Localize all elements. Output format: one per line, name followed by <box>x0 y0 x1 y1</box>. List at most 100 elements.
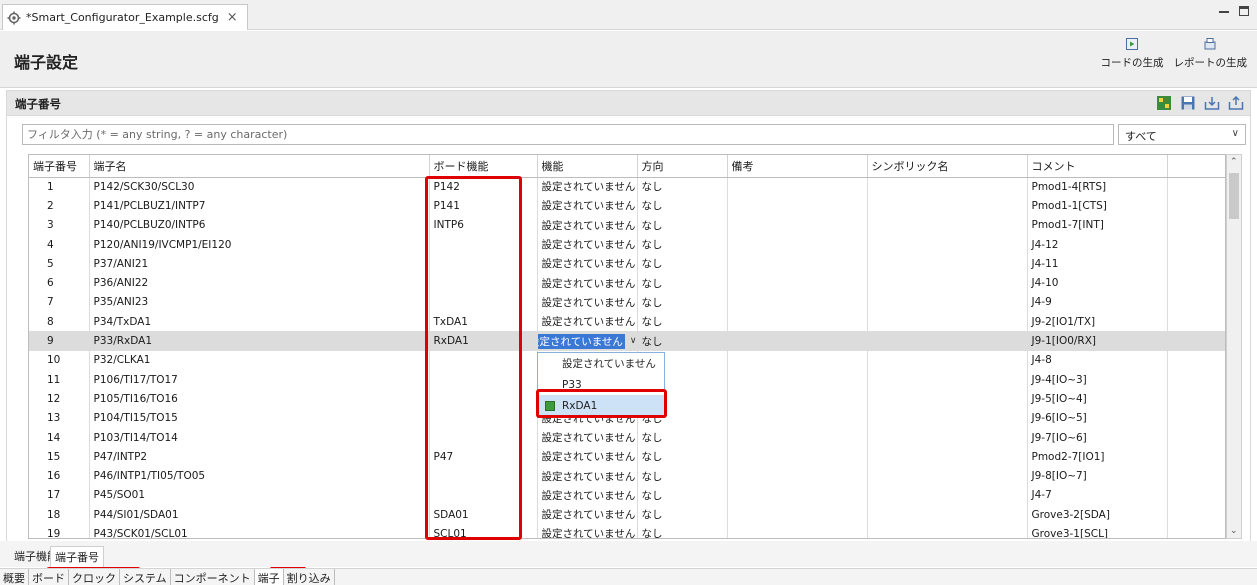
cell-function[interactable]: 設定されていません <box>537 427 638 448</box>
pin-table: 端子番号 端子名 ボード機能 機能 方向 備考 シンボリック名 コメント 1 P1… <box>28 154 1226 539</box>
cell-symbolic-name <box>867 485 1028 506</box>
editor-tab[interactable]: *Smart_Configurator_Example.scfg × <box>2 4 248 30</box>
function-dropdown-list[interactable]: 設定されていません P33 RxDA1 <box>537 352 665 418</box>
cell-pin-name: P32/CLKA1 <box>89 350 430 370</box>
col-header-pin-number[interactable]: 端子番号 <box>29 155 90 178</box>
cell-remarks <box>727 312 868 332</box>
table-row[interactable]: 5 P37/ANI21 設定されていません なし J4-11 <box>29 254 1225 274</box>
cell-board-function <box>429 408 538 428</box>
dropdown-option-p33[interactable]: P33 <box>538 374 664 395</box>
col-header-remarks[interactable]: 備考 <box>727 155 868 178</box>
minimize-icon[interactable] <box>1219 6 1229 13</box>
board-chip-icon <box>545 400 555 411</box>
col-header-function[interactable]: 機能 <box>537 155 638 178</box>
cell-comment: Pmod2-7[IO1] <box>1027 447 1168 467</box>
table-row[interactable]: 7 P35/ANI23 設定されていません なし J4-9 <box>29 292 1225 313</box>
cell-comment: Pmod1-1[CTS] <box>1027 196 1168 216</box>
table-row[interactable]: 1 P142/SCK30/SCL30 P142 設定されていません なし Pmod1-4[… <box>29 177 1225 197</box>
col-header-direction[interactable]: 方向 <box>637 155 728 178</box>
cell-pin-number: 8 <box>29 312 90 332</box>
cell-function[interactable]: 設定されていません <box>537 196 638 216</box>
cell-pin-name: P35/ANI23 <box>89 292 430 313</box>
maximize-icon[interactable] <box>1239 6 1249 16</box>
function-combo-value[interactable]: 設定されていません <box>537 333 625 349</box>
cell-remarks <box>727 350 868 370</box>
cell-function[interactable]: 設定されていません <box>537 254 638 274</box>
cell-function[interactable]: 設定されていません <box>537 485 638 506</box>
cell-function[interactable]: 設定されていません <box>537 447 638 467</box>
table-row[interactable]: 16 P46/INTP1/TI05/TO05 設定されていません なし J9-8[IO~… <box>29 466 1225 486</box>
cell-pin-number: 15 <box>29 447 90 467</box>
table-row[interactable]: 15 P47/INTP2 P47 設定されていません なし Pmod2-7[IO1] <box>29 447 1225 467</box>
table-row[interactable]: 14 P103/TI14/TO14 設定されていません なし J9-7[IO~6] <box>29 427 1225 448</box>
cell-function[interactable]: 設定されていません ∨ <box>537 331 638 351</box>
nav-tab-interrupt[interactable]: 割り込み <box>284 569 335 585</box>
save-icon[interactable] <box>1180 95 1196 111</box>
function-combo[interactable]: 設定されていません ∨ <box>537 332 636 351</box>
nav-tab-board[interactable]: ボード <box>29 569 69 585</box>
cell-function[interactable]: 設定されていません <box>537 312 638 332</box>
table-row[interactable]: 2 P141/PCLBUZ1/INTP7 P141 設定されていません なし Pmod1-… <box>29 196 1225 216</box>
export-icon[interactable] <box>1228 95 1244 111</box>
cell-direction: なし <box>637 447 728 467</box>
cell-symbolic-name <box>867 389 1028 409</box>
cell-spacer <box>1167 524 1225 538</box>
cell-direction: なし <box>637 524 728 538</box>
cell-board-function <box>429 292 538 313</box>
cell-function[interactable]: 設定されていません <box>537 177 638 197</box>
table-row[interactable]: 8 P34/TxDA1 TxDA1 設定されていません なし J9-2[IO1/TX] <box>29 312 1225 332</box>
close-icon[interactable]: × <box>227 10 238 25</box>
col-header-pin-name[interactable]: 端子名 <box>89 155 430 178</box>
cell-symbolic-name <box>867 408 1028 428</box>
nav-tab-clock[interactable]: クロック <box>69 569 120 585</box>
nav-tab-overview[interactable]: 概要 <box>0 569 29 585</box>
scroll-down-icon[interactable]: ⌄ <box>1230 526 1238 536</box>
nav-tab-pins[interactable]: 端子 <box>254 569 284 585</box>
table-row[interactable]: 18 P44/SI01/SDA01 SDA01 設定されていません なし Grove3-2… <box>29 505 1225 525</box>
table-row[interactable]: 4 P120/ANI19/IVCMP1/EI120 設定されていません なし J4-12 <box>29 234 1225 255</box>
cell-function[interactable]: 設定されていません <box>537 466 638 486</box>
table-row[interactable]: 6 P36/ANI22 設定されていません なし J4-10 <box>29 273 1225 293</box>
import-icon[interactable] <box>1204 95 1220 111</box>
table-row[interactable]: 9 P33/RxDA1 RxDA1 設定されていません ∨ なし J9-1[IO0/RX] <box>29 331 1225 351</box>
table-row[interactable]: 17 P45/SO01 設定されていません なし J4-7 <box>29 485 1225 506</box>
cell-symbolic-name <box>867 466 1028 486</box>
generate-report-button[interactable]: レポートの生成 <box>1174 37 1247 70</box>
filter-scope-select[interactable]: すべて ∨ <box>1118 124 1246 145</box>
cell-board-function <box>429 254 538 274</box>
page-title: 端子設定 <box>14 53 79 72</box>
nav-tab-system[interactable]: システム <box>120 569 171 585</box>
col-header-symbolic-name[interactable]: シンボリック名 <box>867 155 1028 178</box>
dropdown-option-rxda1[interactable]: RxDA1 <box>538 395 664 416</box>
table-row[interactable]: 19 P43/SCK01/SCL01 SCL01 設定されていません なし Grove3-… <box>29 524 1225 538</box>
cell-pin-name: P37/ANI21 <box>89 254 430 274</box>
vertical-scrollbar[interactable]: ⌃ ⌄ <box>1226 154 1242 539</box>
cell-function[interactable]: 設定されていません <box>537 215 638 235</box>
col-header-board-function[interactable]: ボード機能 <box>429 155 538 178</box>
cell-pin-number: 7 <box>29 292 90 313</box>
scrollbar-thumb[interactable] <box>1229 173 1239 219</box>
cell-direction: なし <box>637 234 728 255</box>
board-settings-icon[interactable] <box>1156 95 1172 111</box>
cell-symbolic-name <box>867 350 1028 370</box>
cell-board-function: P142 <box>429 177 538 197</box>
tab-pin-number[interactable]: 端子番号 <box>50 546 104 567</box>
table-row[interactable]: 3 P140/PCLBUZ0/INTP6 INTP6 設定されていません なし Pmod1… <box>29 215 1225 235</box>
cell-function[interactable]: 設定されていません <box>537 524 638 538</box>
cell-function[interactable]: 設定されていません <box>537 273 638 293</box>
generate-code-button[interactable]: コードの生成 <box>1101 37 1164 70</box>
nav-tab-component[interactable]: コンポーネント <box>171 569 255 585</box>
cell-symbolic-name <box>867 292 1028 313</box>
cell-function[interactable]: 設定されていません <box>537 234 638 255</box>
cell-spacer <box>1167 254 1225 274</box>
col-header-comment[interactable]: コメント <box>1027 155 1168 178</box>
chevron-down-icon[interactable]: ∨ <box>630 336 636 346</box>
cell-symbolic-name <box>867 369 1028 390</box>
cell-function[interactable]: 設定されていません <box>537 505 638 525</box>
scroll-up-icon[interactable]: ⌃ <box>1230 157 1238 167</box>
cell-function[interactable]: 設定されていません <box>537 292 638 313</box>
cell-board-function <box>429 234 538 255</box>
cell-symbolic-name <box>867 196 1028 216</box>
dropdown-option-not-set[interactable]: 設定されていません <box>538 353 664 374</box>
filter-input[interactable] <box>22 124 1114 145</box>
